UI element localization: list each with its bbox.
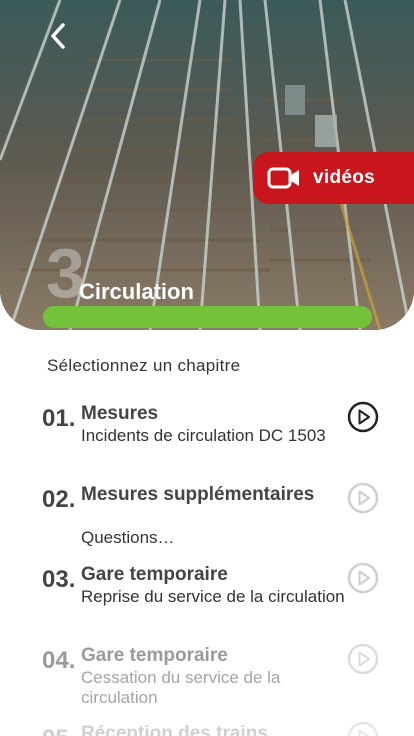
play-circle-icon[interactable] [347, 482, 379, 514]
videos-label: vidéos [313, 167, 375, 188]
chapter-item-subtitle: Reprise du service de la circulation [81, 587, 345, 606]
section-label: Sélectionnez un chapitre [47, 356, 241, 375]
videos-button[interactable]: vidéos [253, 152, 414, 204]
chapter-item-number: 02. [42, 486, 76, 513]
progress-bar [43, 306, 372, 328]
play-circle-icon[interactable] [347, 643, 379, 675]
chapter-item-title: Mesures [81, 403, 159, 424]
chapter-item-subtitle: Cessation du service de la circulation [81, 668, 281, 707]
chapter-item-title: Gare temporaire [81, 645, 228, 666]
play-circle-icon[interactable] [347, 721, 379, 736]
chapter-item-subtitle: Incidents de circulation DC 1503 [81, 426, 326, 445]
chapter-item-title: Gare temporaire [81, 564, 228, 585]
chapter-item-title: Réception des trains [81, 723, 268, 736]
chapter-item-subtitle: Questions… [81, 528, 175, 547]
chapter-title: Circulation [79, 279, 194, 304]
play-circle-icon[interactable] [347, 401, 379, 433]
chapter-item-number: 03. [42, 566, 76, 593]
chapter-item-number: 01. [42, 405, 76, 432]
hero-banner: vidéos 3 Circulation [0, 0, 414, 330]
back-button[interactable] [40, 18, 76, 54]
chapter-item-number: 04. [42, 647, 76, 674]
video-camera-icon [267, 167, 299, 189]
chapter-item-number: 05. [42, 725, 75, 736]
chevron-left-icon [51, 23, 65, 49]
chapter-item-title: Mesures supplémentaires [81, 484, 315, 505]
play-circle-icon[interactable] [347, 562, 379, 594]
